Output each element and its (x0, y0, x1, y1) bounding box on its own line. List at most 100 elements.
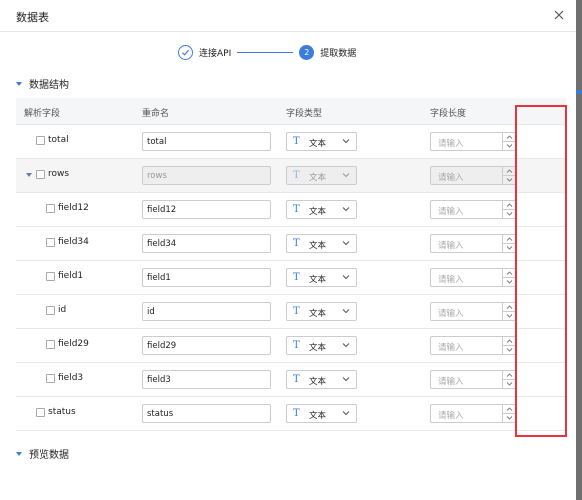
field-length-input[interactable]: 请输入 (430, 234, 517, 253)
field-length-input[interactable]: 请输入 (430, 370, 517, 389)
step-1-check-icon (178, 44, 193, 60)
backdrop-strip (576, 0, 582, 500)
row-checkbox[interactable] (46, 374, 55, 383)
field-length-input[interactable]: 请输入 (430, 166, 517, 185)
field-name: field34 (58, 237, 89, 247)
field-type-select[interactable]: T 文本 (286, 370, 357, 389)
chevron-down-icon (342, 309, 350, 314)
field-name: total (48, 135, 69, 145)
field-type-value: 文本 (309, 173, 327, 183)
field-length-input[interactable]: 请输入 (430, 200, 517, 219)
field-type-select[interactable]: T 文本 (286, 132, 357, 151)
field-name: field3 (58, 373, 84, 383)
field-length-input[interactable]: 请输入 (430, 302, 517, 321)
text-type-icon: T (293, 306, 300, 317)
length-placeholder: 请输入 (438, 343, 464, 353)
rename-input[interactable]: rows (142, 166, 271, 185)
row-checkbox[interactable] (36, 136, 45, 145)
text-type-icon: T (293, 374, 300, 385)
table-row: rows rows T 文本 请输入 (16, 159, 566, 193)
row-checkbox[interactable] (46, 340, 55, 349)
field-length-input[interactable]: 请输入 (430, 268, 517, 287)
length-placeholder: 请输入 (438, 309, 464, 319)
row-checkbox[interactable] (36, 408, 45, 417)
caret-down-icon (16, 81, 22, 86)
rename-input[interactable]: field3 (142, 370, 271, 389)
field-type-value: 文本 (309, 377, 327, 387)
section-preview[interactable]: 预览数据 (16, 446, 69, 461)
rename-input[interactable]: total (142, 132, 271, 151)
field-length-input[interactable]: 请输入 (430, 404, 517, 423)
dialog-title: 数据表 (16, 11, 49, 24)
text-type-icon: T (293, 238, 300, 249)
table-row: id id T 文本 请输入 (16, 295, 566, 329)
field-type-select[interactable]: T 文本 (286, 404, 357, 423)
section-structure-label: 数据结构 (29, 80, 69, 91)
rename-input[interactable]: field1 (142, 268, 271, 287)
number-stepper[interactable] (502, 167, 516, 184)
step-2-label: 提取数据 (320, 48, 357, 59)
chevron-down-icon (342, 411, 350, 416)
field-name: id (58, 305, 67, 315)
rename-input[interactable]: field29 (142, 336, 271, 355)
section-structure[interactable]: 数据结构 (16, 76, 69, 91)
dialog-header: 数据表 (0, 0, 576, 32)
number-stepper[interactable] (502, 371, 516, 388)
close-icon[interactable] (552, 8, 566, 22)
table-row: field1 field1 T 文本 请输入 (16, 261, 566, 295)
length-placeholder: 请输入 (438, 139, 464, 149)
field-type-select[interactable]: T 文本 (286, 166, 357, 185)
step-1-label: 连接API (199, 48, 232, 59)
step-connector (237, 51, 294, 53)
rename-input[interactable]: field34 (142, 234, 271, 253)
field-name: field1 (58, 271, 84, 281)
rename-input[interactable]: id (142, 302, 271, 321)
length-placeholder: 请输入 (438, 411, 464, 421)
number-stepper[interactable] (502, 133, 516, 150)
row-checkbox[interactable] (36, 170, 45, 179)
field-name: status (48, 407, 76, 417)
table-header: 解析字段 重命名 字段类型 字段长度 (16, 98, 566, 125)
steps: 连接API 2 提取数据 (178, 44, 356, 60)
field-type-value: 文本 (309, 207, 327, 217)
caret-down-icon[interactable] (26, 173, 32, 177)
text-type-icon: T (293, 272, 300, 283)
table-row: field12 field12 T 文本 请输入 (16, 193, 566, 227)
text-type-icon: T (293, 340, 300, 351)
dialog: 数据表 连接API 2 提取数据 数据结构 解析字段 重命名 字段类型 字段长度… (0, 0, 576, 500)
rename-input[interactable]: field12 (142, 200, 271, 219)
header-type: 字段类型 (286, 109, 323, 119)
row-checkbox[interactable] (46, 204, 55, 213)
field-type-select[interactable]: T 文本 (286, 268, 357, 287)
header-field: 解析字段 (24, 109, 61, 119)
number-stepper[interactable] (502, 235, 516, 252)
rename-input[interactable]: status (142, 404, 271, 423)
row-checkbox[interactable] (46, 238, 55, 247)
number-stepper[interactable] (502, 269, 516, 286)
chevron-down-icon (342, 207, 350, 212)
length-placeholder: 请输入 (438, 241, 464, 251)
field-length-input[interactable]: 请输入 (430, 336, 517, 355)
text-type-icon: T (293, 170, 300, 181)
row-checkbox[interactable] (46, 272, 55, 281)
number-stepper[interactable] (502, 303, 516, 320)
text-type-icon: T (293, 136, 300, 147)
chevron-down-icon (342, 275, 350, 280)
field-type-select[interactable]: T 文本 (286, 336, 357, 355)
length-placeholder: 请输入 (438, 207, 464, 217)
table-row: status status T 文本 请输入 (16, 397, 566, 431)
number-stepper[interactable] (502, 405, 516, 422)
field-length-input[interactable]: 请输入 (430, 132, 517, 151)
field-type-select[interactable]: T 文本 (286, 200, 357, 219)
chevron-down-icon (342, 173, 350, 178)
number-stepper[interactable] (502, 337, 516, 354)
field-type-select[interactable]: T 文本 (286, 234, 357, 253)
text-type-icon: T (293, 204, 300, 215)
chevron-down-icon (342, 241, 350, 246)
table-row: field29 field29 T 文本 请输入 (16, 329, 566, 363)
chevron-down-icon (342, 139, 350, 144)
row-checkbox[interactable] (46, 306, 55, 315)
number-stepper[interactable] (502, 201, 516, 218)
chevron-down-icon (342, 377, 350, 382)
field-type-select[interactable]: T 文本 (286, 302, 357, 321)
